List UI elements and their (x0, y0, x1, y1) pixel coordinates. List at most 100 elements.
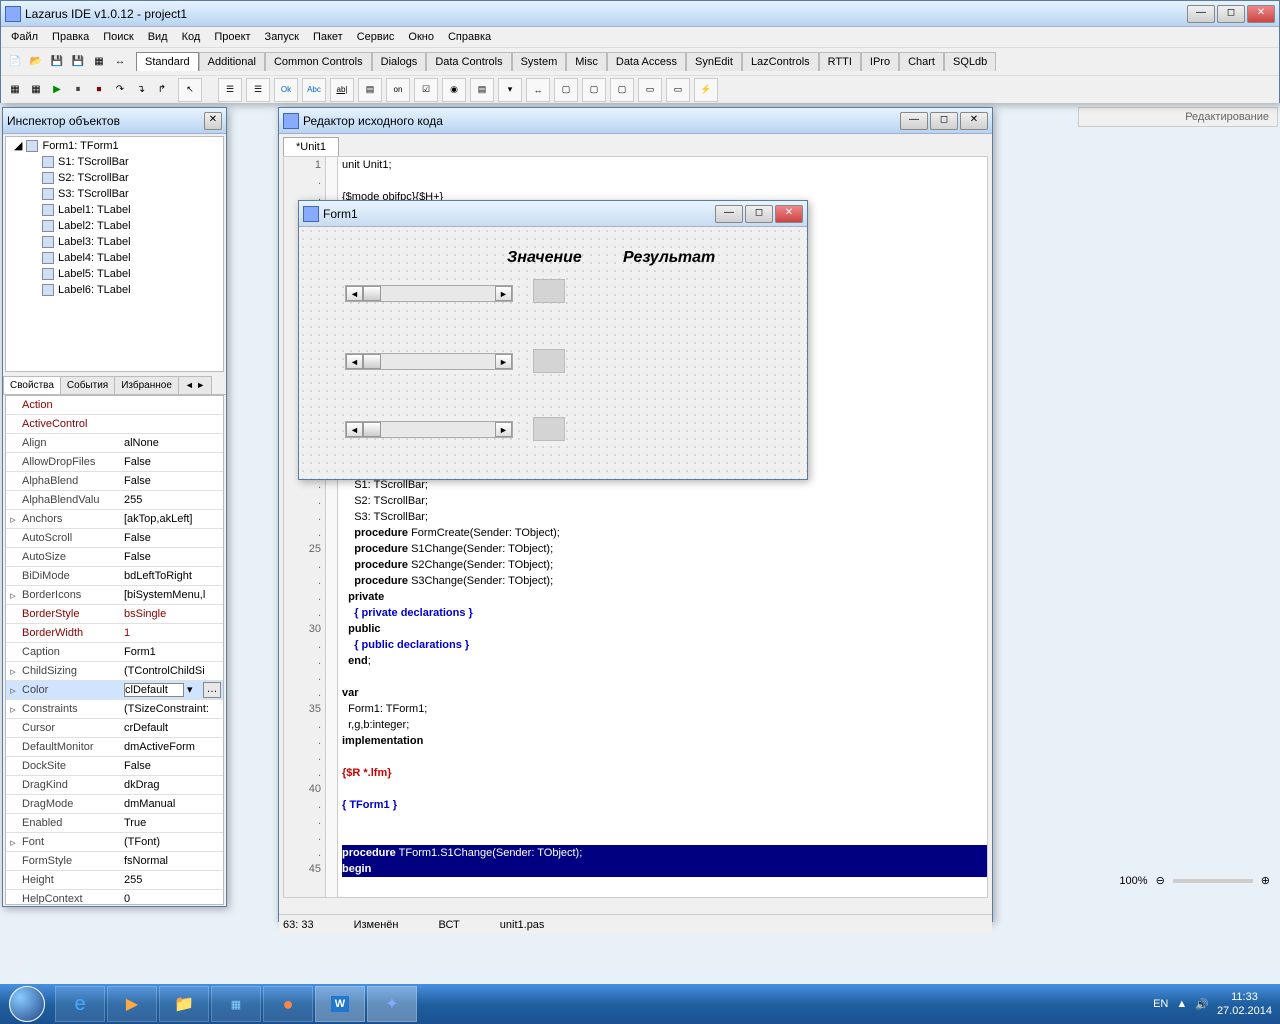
minimize-button[interactable]: — (1187, 5, 1215, 23)
oi-component-tree[interactable]: ◢ Form1: TForm1 S1: TScrollBarS2: TScrol… (5, 136, 224, 372)
prop-row-bordericons[interactable]: ▹BorderIcons[biSystemMenu,l (6, 586, 223, 605)
prop-row-caption[interactable]: CaptionForm1 (6, 643, 223, 662)
prop-value[interactable]: fsNormal (120, 855, 223, 867)
tscrollbar-component[interactable]: ↔ (526, 78, 550, 102)
code-line[interactable]: Form1: TForm1; (342, 701, 987, 717)
task-ie[interactable]: e (55, 986, 105, 1022)
prop-row-docksite[interactable]: DockSiteFalse (6, 757, 223, 776)
editor-minimize-button[interactable]: — (900, 112, 928, 130)
step-out-button[interactable]: ↱ (152, 80, 172, 100)
code-line[interactable]: var (342, 685, 987, 701)
prop-row-color[interactable]: ▹Color ▾… (6, 681, 223, 700)
toggle-button[interactable]: ↔ (110, 52, 130, 72)
prop-value[interactable]: bdLeftToRight (120, 570, 223, 582)
form-maximize-button[interactable]: ◻ (745, 205, 773, 223)
tpanel-component[interactable]: ▭ (638, 78, 662, 102)
step-over-button[interactable]: ↷ (110, 80, 130, 100)
oi-tab-Свойства[interactable]: Свойства (3, 376, 61, 394)
code-line[interactable]: implementation (342, 733, 987, 749)
form-titlebar[interactable]: Form1 — ◻ ✕ (299, 201, 807, 227)
prop-value[interactable]: (TSizeConstraint: (120, 703, 223, 715)
prop-row-font[interactable]: ▹Font(TFont) (6, 833, 223, 852)
s1-right-arrow[interactable]: ► (495, 286, 512, 301)
comp-tab-synedit[interactable]: SynEdit (686, 52, 742, 71)
zoom-out-button[interactable]: ⊖ (1156, 874, 1165, 887)
tray-network-icon[interactable]: 🔊 (1195, 998, 1209, 1011)
comp-tab-data-controls[interactable]: Data Controls (426, 52, 511, 71)
prop-value[interactable]: False (120, 475, 223, 487)
prop-value[interactable]: 0 (120, 893, 223, 905)
code-line[interactable]: { public declarations } (342, 637, 987, 653)
code-line[interactable]: begin (342, 861, 987, 877)
comp-tab-rtti[interactable]: RTTI (819, 52, 861, 71)
expand-icon[interactable]: ▹ (6, 589, 20, 602)
code-line[interactable]: procedure S2Change(Sender: TObject); (342, 557, 987, 573)
prop-value[interactable]: 255 (120, 874, 223, 886)
tree-node[interactable]: Label2: TLabel (6, 218, 223, 234)
prop-row-autoscroll[interactable]: AutoScrollFalse (6, 529, 223, 548)
prop-value[interactable]: crDefault (120, 722, 223, 734)
code-line[interactable] (342, 749, 987, 765)
scrollbar-s1[interactable]: ◄► (345, 285, 513, 302)
task-media[interactable]: ▶ (107, 986, 157, 1022)
source-tab-unit1[interactable]: *Unit1 (283, 137, 339, 156)
pointer-tool[interactable]: ↖ (178, 78, 202, 102)
comp-tab-ipro[interactable]: IPro (861, 52, 899, 71)
ttogglebox-component[interactable]: on (386, 78, 410, 102)
prop-row-align[interactable]: AlignalNone (6, 434, 223, 453)
tcheckgroup-component[interactable]: ▢ (610, 78, 634, 102)
tree-node[interactable]: S2: TScrollBar (6, 170, 223, 186)
code-line[interactable]: private (342, 589, 987, 605)
menu-проект[interactable]: Проект (208, 29, 256, 45)
tmainmenu-component[interactable]: ☰ (218, 78, 242, 102)
close-button[interactable]: ✕ (1247, 5, 1275, 23)
code-line[interactable]: r,g,b:integer; (342, 717, 987, 733)
prop-row-enabled[interactable]: EnabledTrue (6, 814, 223, 833)
code-line[interactable]: unit Unit1; (342, 157, 987, 173)
comp-tab-data-access[interactable]: Data Access (607, 52, 686, 71)
hscrollbar[interactable] (279, 898, 992, 914)
code-line[interactable]: end; (342, 653, 987, 669)
menu-поиск[interactable]: Поиск (97, 29, 139, 45)
prop-row-allowdropfiles[interactable]: AllowDropFilesFalse (6, 453, 223, 472)
prop-row-constraints[interactable]: ▹Constraints(TSizeConstraint: (6, 700, 223, 719)
comp-tab-system[interactable]: System (512, 52, 567, 71)
tree-root[interactable]: ◢ Form1: TForm1 (6, 137, 223, 154)
expand-icon[interactable]: ▹ (6, 665, 20, 678)
form-minimize-button[interactable]: — (715, 205, 743, 223)
new-form-button[interactable]: ▦ (89, 52, 109, 72)
s2-left-arrow[interactable]: ◄ (346, 354, 363, 369)
task-word[interactable]: W (315, 986, 365, 1022)
editor-maximize-button[interactable]: ◻ (930, 112, 958, 130)
prop-row-dragkind[interactable]: DragKinddkDrag (6, 776, 223, 795)
tree-node[interactable]: Label6: TLabel (6, 282, 223, 298)
prop-value[interactable]: False (120, 532, 223, 544)
s3-left-arrow[interactable]: ◄ (346, 422, 363, 437)
task-app1[interactable]: ▦ (211, 986, 261, 1022)
code-line[interactable]: {$R *.lfm} (342, 765, 987, 781)
prop-value[interactable]: dmActiveForm (120, 741, 223, 753)
comp-tab-sqldb[interactable]: SQLdb (944, 52, 996, 71)
prop-value[interactable]: [biSystemMenu,l (120, 589, 223, 601)
code-line[interactable]: procedure TForm1.S1Change(Sender: TObjec… (342, 845, 987, 861)
comp-tab-misc[interactable]: Misc (566, 52, 607, 71)
form-close-button[interactable]: ✕ (775, 205, 803, 223)
task-explorer[interactable]: 📁 (159, 986, 209, 1022)
prop-row-alphablendvalu[interactable]: AlphaBlendValu255 (6, 491, 223, 510)
prop-value[interactable]: dkDrag (120, 779, 223, 791)
tgroupbox-component[interactable]: ▢ (554, 78, 578, 102)
prop-value[interactable]: Form1 (120, 646, 223, 658)
tmemo-component[interactable]: ▤ (358, 78, 382, 102)
lang-indicator[interactable]: EN (1153, 998, 1168, 1010)
s2-right-arrow[interactable]: ► (495, 354, 512, 369)
tree-node[interactable]: Label4: TLabel (6, 250, 223, 266)
label-result[interactable]: Результат (623, 249, 715, 267)
prop-row-borderwidth[interactable]: BorderWidth1 (6, 624, 223, 643)
prop-input[interactable] (124, 683, 184, 697)
prop-value[interactable]: False (120, 551, 223, 563)
expand-icon[interactable]: ▹ (6, 513, 20, 526)
label-val2[interactable] (533, 349, 565, 373)
code-line[interactable]: S2: TScrollBar; (342, 493, 987, 509)
view-forms-button[interactable]: ▦ (26, 80, 46, 100)
view-units-button[interactable]: ▦ (5, 80, 25, 100)
